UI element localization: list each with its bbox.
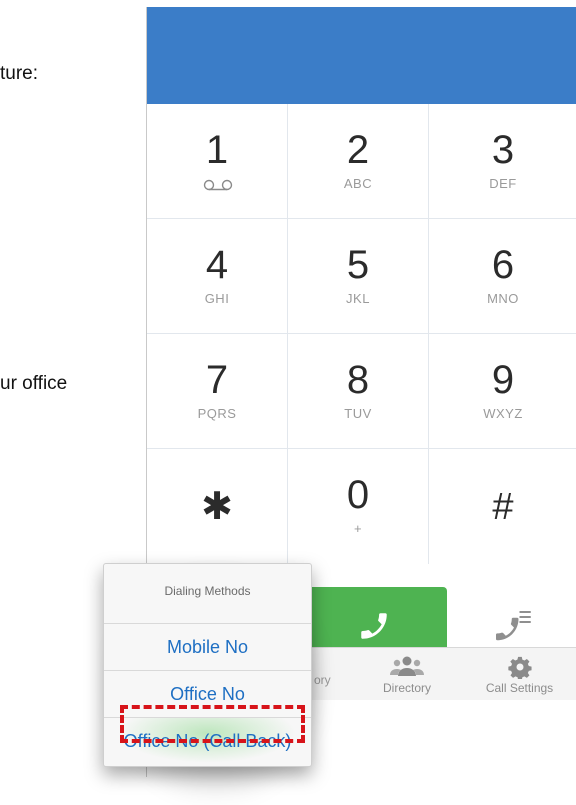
document-text-line: ur office <box>0 373 68 394</box>
tab-label: Call Settings <box>485 681 554 695</box>
key-symbol: # <box>492 486 514 528</box>
voicemail-icon <box>203 179 233 191</box>
dial-keypad: 1 2 ABC 3 DEF 4 GHI 5 JKL 6 MNO 7 PQRS 8… <box>147 104 576 564</box>
key-hash[interactable]: # <box>429 449 576 564</box>
key-star[interactable]: ✱ <box>147 449 288 564</box>
people-icon <box>390 656 424 676</box>
key-symbol: ✱ <box>201 486 233 528</box>
key-0[interactable]: 0 + <box>288 449 429 564</box>
key-letters: TUV <box>344 406 372 421</box>
key-2[interactable]: 2 ABC <box>288 104 429 219</box>
option-mobile-no[interactable]: Mobile No <box>104 623 311 670</box>
key-7[interactable]: 7 PQRS <box>147 334 288 449</box>
key-digit: 7 <box>205 358 229 402</box>
key-letters: DEF <box>489 176 517 191</box>
key-4[interactable]: 4 GHI <box>147 219 288 334</box>
key-digit: 0 <box>346 473 370 517</box>
key-letters: ABC <box>343 176 373 191</box>
tab-directory[interactable]: Directory <box>352 648 462 700</box>
key-letters: + <box>353 521 363 536</box>
key-digit: 5 <box>346 243 370 287</box>
key-letters: PQRS <box>197 406 237 421</box>
key-letters: JKL <box>346 291 370 306</box>
key-digit: 2 <box>346 128 370 172</box>
highlight-box <box>120 705 305 743</box>
key-3[interactable]: 3 DEF <box>429 104 576 219</box>
key-6[interactable]: 6 MNO <box>429 219 576 334</box>
document-text-line: ture: <box>0 63 39 84</box>
key-digit: 3 <box>491 128 515 172</box>
key-letters: WXYZ <box>483 406 523 421</box>
app-header <box>147 7 576 104</box>
key-letters: GHI <box>204 291 230 306</box>
key-digit: 8 <box>346 358 370 402</box>
phone-list-icon[interactable] <box>487 602 537 652</box>
phone-icon <box>361 613 387 639</box>
key-digit: 1 <box>205 128 229 172</box>
key-5[interactable]: 5 JKL <box>288 219 429 334</box>
key-1[interactable]: 1 <box>147 104 288 219</box>
key-digit: 6 <box>491 243 515 287</box>
popup-title: Dialing Methods <box>164 584 251 598</box>
key-8[interactable]: 8 TUV <box>288 334 429 449</box>
tab-label: Directory <box>382 681 431 695</box>
key-digit: 4 <box>205 243 229 287</box>
gear-icon <box>507 656 532 679</box>
key-letters: MNO <box>487 291 519 306</box>
key-digit: 9 <box>491 358 515 402</box>
tab-call-settings[interactable]: Call Settings <box>462 648 576 700</box>
key-9[interactable]: 9 WXYZ <box>429 334 576 449</box>
